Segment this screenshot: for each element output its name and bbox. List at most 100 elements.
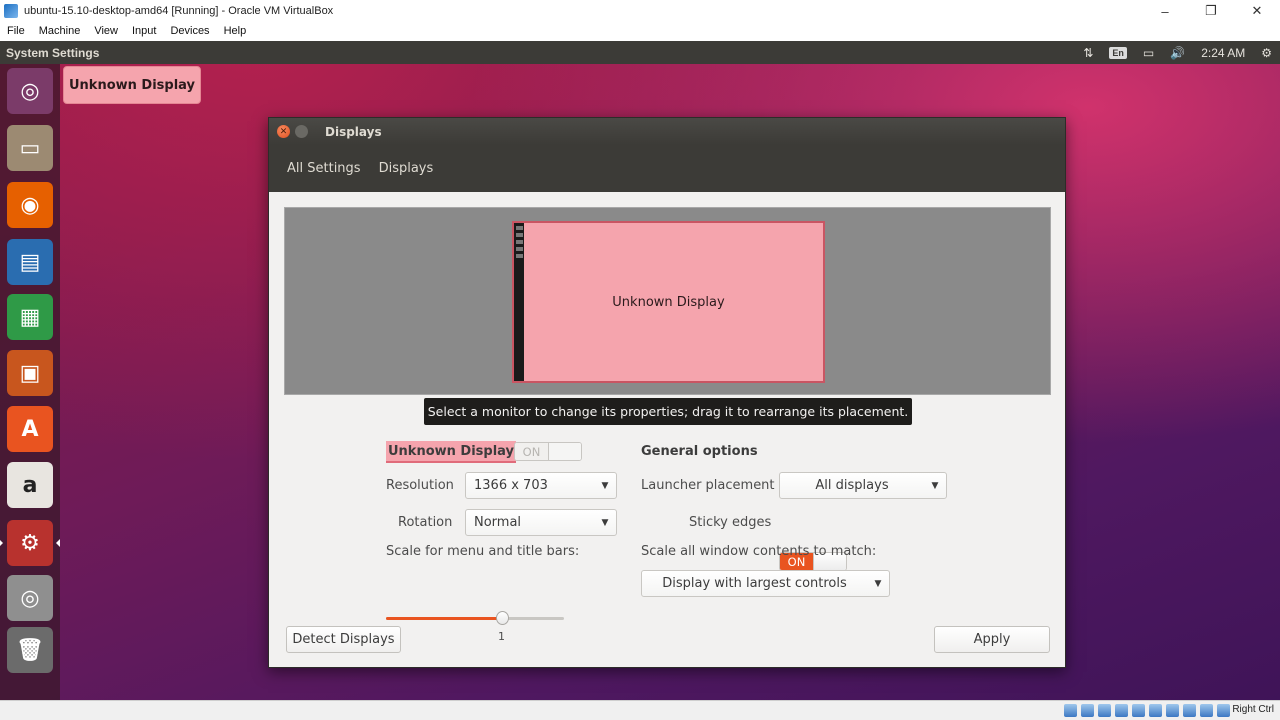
battery-icon[interactable]: ▭ bbox=[1143, 46, 1154, 60]
scale-menu-label: Scale for menu and title bars: bbox=[386, 544, 580, 559]
files-icon: ▭ bbox=[19, 135, 41, 161]
launcher-libreoffice-calc[interactable]: ▦ bbox=[7, 294, 53, 340]
detect-displays-button[interactable]: Detect Displays bbox=[286, 626, 401, 653]
selected-display-name: Unknown Display bbox=[386, 441, 517, 463]
firefox-icon: ◉ bbox=[20, 192, 40, 218]
launcher-libreoffice-writer[interactable]: ▤ bbox=[7, 239, 53, 285]
breadcrumb-displays[interactable]: Displays bbox=[379, 161, 434, 176]
chevron-down-icon: ▼ bbox=[601, 480, 609, 491]
clock[interactable]: 2:24 AM bbox=[1201, 46, 1245, 60]
rotation-value: Normal bbox=[474, 515, 522, 530]
displays-window: ✕ Displays All Settings Displays Unknown… bbox=[268, 117, 1066, 668]
resolution-dropdown[interactable]: 1366 x 703 ▼ bbox=[465, 472, 617, 499]
ubuntu-software-center-icon: A bbox=[21, 416, 39, 442]
optical-drive-icon[interactable] bbox=[1081, 704, 1094, 717]
resolution-value: 1366 x 703 bbox=[474, 478, 548, 493]
network-icon[interactable]: ⇅ bbox=[1083, 46, 1093, 60]
window-close-icon[interactable]: ✕ bbox=[277, 125, 290, 138]
displays-titlebar: ✕ Displays bbox=[269, 118, 1065, 145]
monitor-preview-label: Unknown Display bbox=[612, 294, 725, 310]
scale-slider[interactable] bbox=[386, 611, 564, 625]
launcher-dvd[interactable]: ◎ bbox=[7, 575, 53, 621]
close-button[interactable]: ✕ bbox=[1234, 0, 1280, 22]
breadcrumb: All Settings Displays bbox=[269, 145, 1065, 192]
resolution-label: Resolution bbox=[386, 478, 454, 493]
keyboard-layout-icon[interactable]: En bbox=[1109, 46, 1127, 59]
mouse-integration-icon[interactable] bbox=[1217, 704, 1230, 717]
menu-view[interactable]: View bbox=[94, 25, 118, 37]
dvd-icon: ◎ bbox=[20, 585, 40, 611]
chevron-down-icon: ▼ bbox=[931, 480, 939, 491]
launcher-libreoffice-impress[interactable]: ▣ bbox=[7, 350, 53, 396]
rotation-dropdown[interactable]: Normal ▼ bbox=[465, 509, 617, 536]
usb-icon[interactable] bbox=[1132, 704, 1145, 717]
guest-screen: System Settings ⇅ En ▭ 🔊 2:24 AM ⚙ ◎ ▭ ◉ ▤ ▦… bbox=[0, 41, 1280, 700]
scale-slider-fill bbox=[386, 617, 502, 620]
menu-input[interactable]: Input bbox=[132, 25, 156, 37]
launcher-ubuntu-software-center[interactable]: A bbox=[7, 406, 53, 452]
scale-slider-thumb[interactable] bbox=[495, 611, 509, 625]
session-gear-icon[interactable]: ⚙ bbox=[1261, 46, 1272, 60]
launcher: ◎ ▭ ◉ ▤ ▦ ▣ Aa ⚙ ◎ 🗑 bbox=[0, 64, 60, 700]
device-status-icons bbox=[1064, 704, 1230, 717]
apply-button[interactable]: Apply bbox=[934, 626, 1050, 653]
launcher-firefox[interactable]: ◉ bbox=[7, 182, 53, 228]
minimize-button[interactable]: – bbox=[1142, 0, 1188, 22]
audio-icon[interactable] bbox=[1098, 704, 1111, 717]
amazon-icon: a bbox=[22, 472, 38, 498]
scale-all-dropdown[interactable]: Display with largest controls ▼ bbox=[641, 570, 890, 597]
launcher-files[interactable]: ▭ bbox=[7, 125, 53, 171]
virtualbox-menubar: File Machine View Input Devices Help bbox=[0, 22, 1280, 40]
launcher-dash-home[interactable]: ◎ bbox=[7, 68, 53, 114]
menu-file[interactable]: File bbox=[7, 25, 25, 37]
shared-folders-icon[interactable] bbox=[1149, 704, 1162, 717]
general-options-heading: General options bbox=[641, 444, 758, 459]
display-switch-knob bbox=[547, 443, 581, 460]
launcher-placement-dropdown[interactable]: All displays ▼ bbox=[779, 472, 947, 499]
video-capture-icon[interactable] bbox=[1183, 704, 1196, 717]
scale-all-value: Display with largest controls bbox=[662, 576, 847, 591]
sticky-edges-label: Sticky edges bbox=[689, 515, 772, 530]
menu-devices[interactable]: Devices bbox=[170, 25, 209, 37]
display-identify-label: Unknown Display bbox=[63, 66, 201, 104]
displays-window-title: Displays bbox=[325, 124, 382, 139]
libreoffice-writer-icon: ▤ bbox=[19, 249, 41, 275]
menu-machine[interactable]: Machine bbox=[39, 25, 81, 37]
system-settings-icon: ⚙ bbox=[20, 530, 40, 556]
virtualbox-titlebar: ubuntu-15.10-desktop-amd64 [Running] - O… bbox=[0, 0, 1280, 22]
display-switch-label: ON bbox=[515, 443, 548, 460]
launcher-amazon[interactable]: a bbox=[7, 462, 53, 508]
libreoffice-calc-icon: ▦ bbox=[19, 304, 41, 330]
panel-app-title: System Settings bbox=[6, 45, 100, 60]
scale-value: 1 bbox=[498, 630, 505, 643]
virtualbox-icon bbox=[4, 4, 18, 18]
display-icon[interactable] bbox=[1166, 704, 1179, 717]
host-key-label: Right Ctrl bbox=[1232, 704, 1274, 715]
libreoffice-impress-icon: ▣ bbox=[19, 360, 41, 386]
launcher-placement-value: All displays bbox=[815, 478, 889, 493]
top-panel: System Settings ⇅ En ▭ 🔊 2:24 AM ⚙ bbox=[0, 41, 1280, 64]
maximize-button[interactable]: ❐ bbox=[1188, 0, 1234, 22]
chevron-down-icon: ▼ bbox=[601, 517, 609, 528]
breadcrumb-all-settings[interactable]: All Settings bbox=[287, 161, 361, 176]
window-title: ubuntu-15.10-desktop-amd64 [Running] - O… bbox=[24, 5, 334, 17]
trash-icon: 🗑 bbox=[16, 637, 44, 663]
volume-icon[interactable]: 🔊 bbox=[1170, 46, 1185, 60]
launcher-trash[interactable]: 🗑 bbox=[7, 627, 53, 673]
menu-help[interactable]: Help bbox=[224, 25, 247, 37]
monitor-preview[interactable]: Unknown Display bbox=[512, 221, 825, 383]
network-adapter-icon[interactable] bbox=[1115, 704, 1128, 717]
dash-home-icon: ◎ bbox=[20, 78, 40, 104]
storage-icon[interactable] bbox=[1064, 704, 1077, 717]
rotation-label: Rotation bbox=[398, 515, 453, 530]
chevron-down-icon: ▼ bbox=[874, 578, 882, 589]
arrangement-tooltip: Select a monitor to change its propertie… bbox=[424, 398, 912, 425]
virtualbox-statusbar: Right Ctrl bbox=[0, 700, 1280, 720]
launcher-placement-label: Launcher placement bbox=[641, 478, 775, 493]
monitor-arrangement-area[interactable]: Unknown Display bbox=[284, 207, 1051, 395]
launcher-system-settings[interactable]: ⚙ bbox=[0, 520, 60, 566]
window-minimize-icon[interactable] bbox=[295, 125, 308, 138]
cpu-icon[interactable] bbox=[1200, 704, 1213, 717]
display-power-switch[interactable]: ON bbox=[514, 442, 582, 461]
scale-all-label: Scale all window contents to match: bbox=[641, 544, 877, 559]
